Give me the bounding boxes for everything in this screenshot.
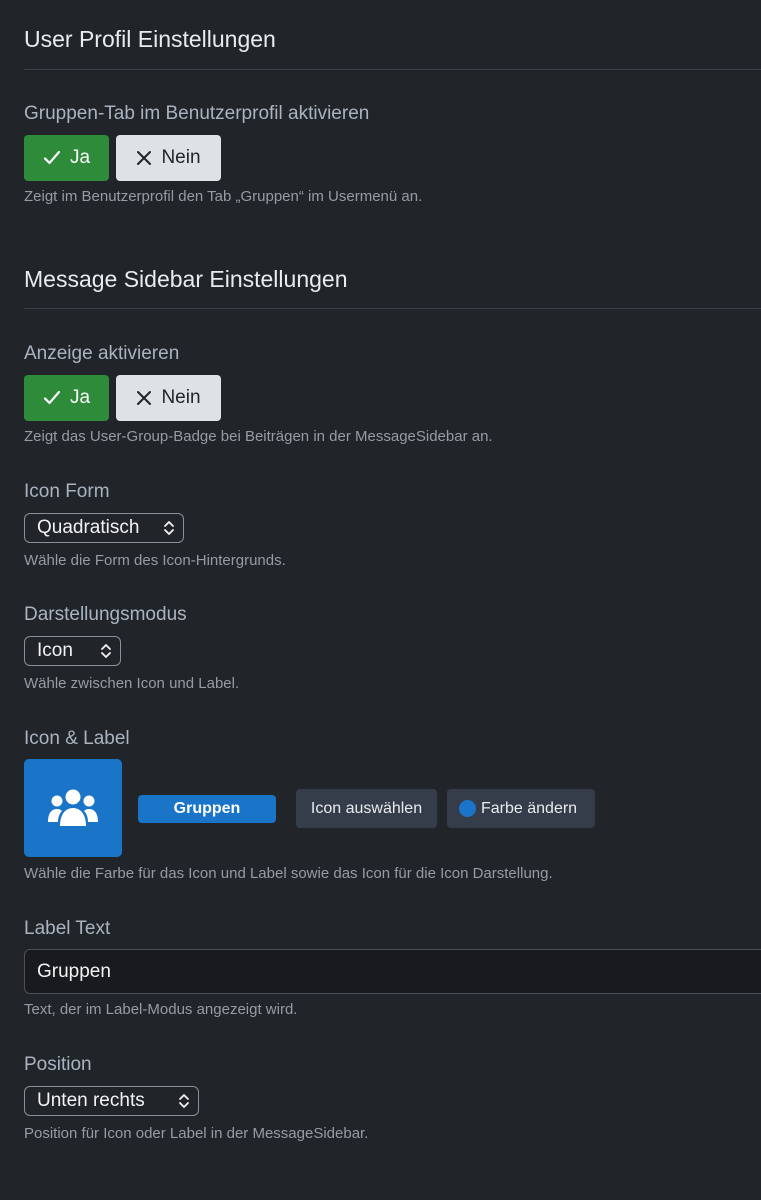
change-color-button[interactable]: Farbe ändern xyxy=(447,789,595,828)
display-no-label: Nein xyxy=(161,387,201,408)
position-value: Unten rechts xyxy=(37,1090,145,1111)
display-toggle: Ja Nein xyxy=(24,375,221,421)
section-title-user-profile: User Profil Einstellungen xyxy=(24,26,276,52)
color-swatch xyxy=(459,800,476,817)
group-tab-no-label: Nein xyxy=(161,147,201,168)
label-text-label: Label Text xyxy=(24,918,111,939)
check-icon xyxy=(43,390,61,405)
check-icon xyxy=(43,150,61,165)
icon-label-label: Icon & Label xyxy=(24,728,130,749)
display-mode-value: Icon xyxy=(37,640,73,661)
display-mode-label: Darstellungsmodus xyxy=(24,604,187,625)
group-tab-yes-label: Ja xyxy=(69,147,91,168)
users-icon xyxy=(48,789,98,826)
icon-form-help: Wähle die Form des Icon-Hintergrunds. xyxy=(24,552,286,569)
label-text-input[interactable] xyxy=(24,949,761,994)
display-mode-help: Wähle zwischen Icon und Label. xyxy=(24,675,240,692)
display-yes-label: Ja xyxy=(69,387,91,408)
icon-form-select[interactable]: Quadratisch xyxy=(24,513,184,543)
group-tab-no-button[interactable]: Nein xyxy=(116,135,221,181)
position-select[interactable]: Unten rechts xyxy=(24,1086,199,1116)
display-mode-select[interactable]: Icon xyxy=(24,636,121,666)
change-color-label: Farbe ändern xyxy=(481,799,578,817)
display-yes-button[interactable]: Ja xyxy=(24,375,109,421)
chevron-up-down-icon xyxy=(100,643,112,659)
group-tab-yes-button[interactable]: Ja xyxy=(24,135,109,181)
icon-label-help: Wähle die Farbe für das Icon und Label s… xyxy=(24,865,553,882)
label-text-help: Text, der im Label-Modus angezeigt wird. xyxy=(24,1001,298,1018)
section-divider xyxy=(24,69,761,70)
section-title-message-sidebar: Message Sidebar Einstellungen xyxy=(24,266,348,292)
label-preview: Gruppen xyxy=(138,795,276,823)
icon-form-value: Quadratisch xyxy=(37,517,140,538)
position-help: Position für Icon oder Label in der Mess… xyxy=(24,1125,369,1142)
group-tab-label: Gruppen-Tab im Benutzerprofil aktivieren xyxy=(24,103,370,124)
group-tab-help: Zeigt im Benutzerprofil den Tab „Gruppen… xyxy=(24,188,423,205)
close-icon xyxy=(137,391,152,405)
icon-form-label: Icon Form xyxy=(24,481,110,502)
group-tab-toggle: Ja Nein xyxy=(24,135,221,181)
close-icon xyxy=(137,151,152,165)
display-help: Zeigt das User-Group-Badge bei Beiträgen… xyxy=(24,428,493,445)
section-divider xyxy=(24,308,761,309)
icon-preview xyxy=(24,759,122,857)
display-label: Anzeige aktivieren xyxy=(24,343,180,364)
display-no-button[interactable]: Nein xyxy=(116,375,221,421)
position-label: Position xyxy=(24,1054,92,1075)
chevron-up-down-icon xyxy=(178,1093,190,1109)
choose-icon-button[interactable]: Icon auswählen xyxy=(296,789,437,828)
chevron-up-down-icon xyxy=(163,520,175,536)
